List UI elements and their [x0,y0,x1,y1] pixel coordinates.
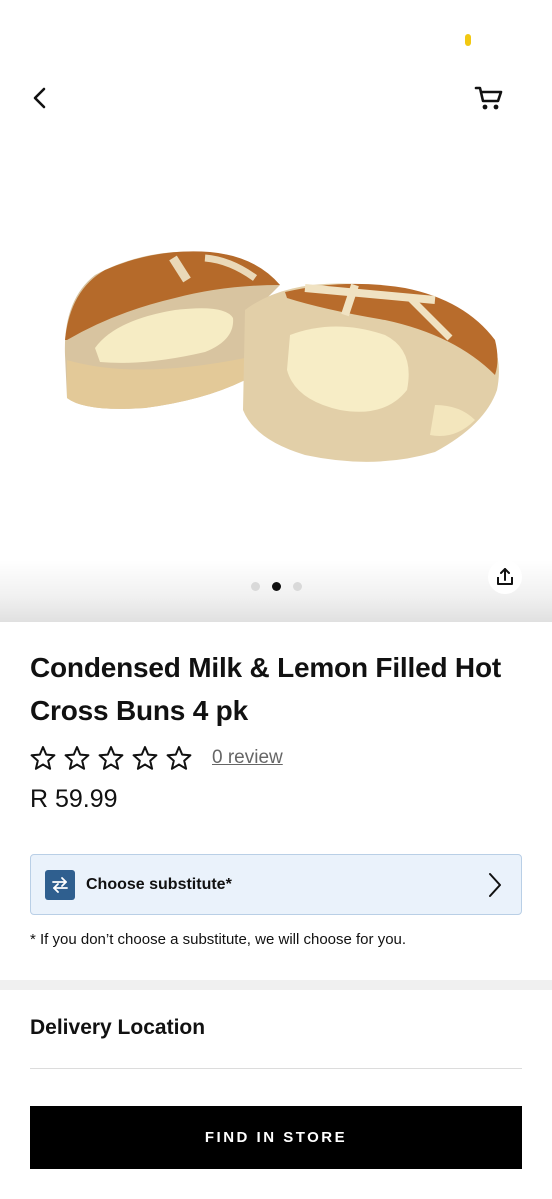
star-icon[interactable] [132,745,158,771]
share-icon [497,568,513,585]
divider [30,1068,522,1069]
cart-button[interactable] [470,80,508,116]
substitute-label: Choose substitute* [86,875,232,893]
section-divider [0,980,552,990]
gallery-shade [0,560,552,622]
product-gallery[interactable] [0,0,552,622]
product-image [64,251,499,462]
share-button[interactable] [488,560,522,594]
choose-substitute-button[interactable]: Choose substitute* [30,854,522,915]
chevron-right-icon [489,873,501,897]
delivery-location-title[interactable]: Delivery Location [30,1016,205,1040]
product-price: R 59.99 [30,785,118,813]
swap-arrows-icon [45,869,75,900]
reviews-link[interactable]: 0 review [212,747,283,769]
pagination-dot[interactable] [250,582,260,591]
find-in-store-button[interactable]: FIND IN STORE [30,1106,522,1169]
pagination-dot-active[interactable] [271,582,281,591]
cart-icon [474,86,503,110]
back-button[interactable] [22,80,58,116]
status-indicator [465,34,471,46]
star-icon[interactable] [64,745,90,771]
star-icon[interactable] [166,745,192,771]
gallery-pagination[interactable] [0,582,552,591]
product-title: Condensed Milk & Lemon Filled Hot Cross … [30,652,501,726]
chevron-left-icon [33,87,46,109]
star-icon[interactable] [98,745,124,771]
substitute-note: * If you don’t choose a substitute, we w… [30,931,407,948]
pagination-dot[interactable] [292,582,302,591]
star-icon[interactable] [30,745,56,771]
rating-row: 0 review [30,745,283,771]
